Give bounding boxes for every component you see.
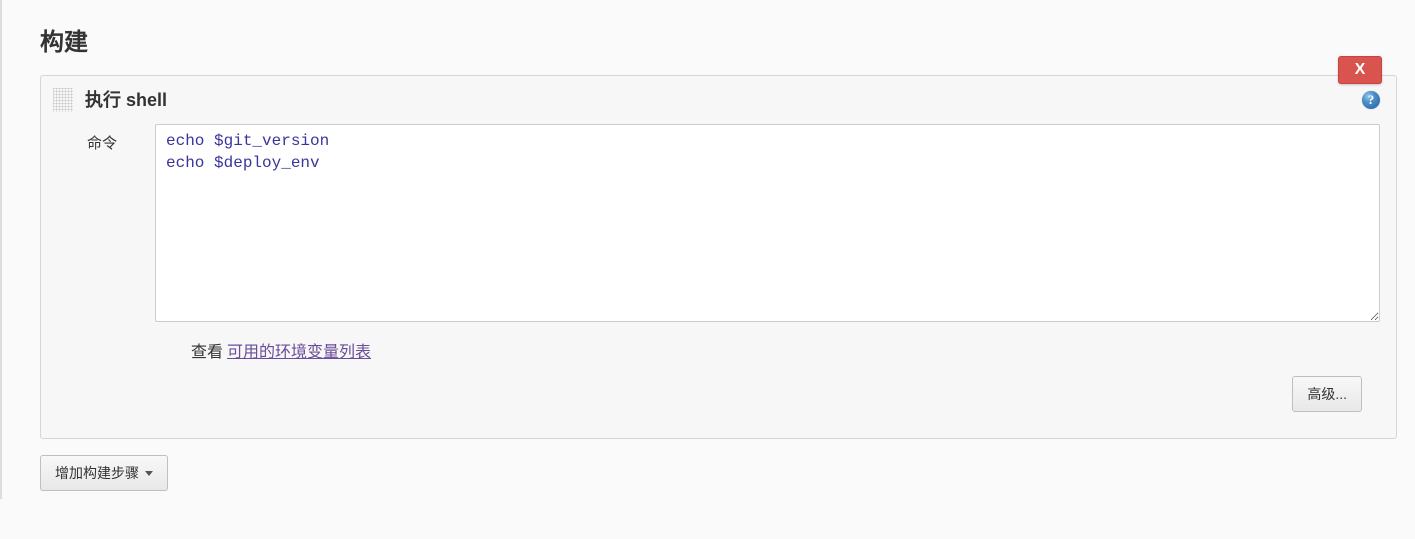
build-step-execute-shell: X 执行 shell ? 命令 echo $git_version echo $… [40, 75, 1397, 439]
step-body: 命令 echo $git_version echo $deploy_env [41, 122, 1396, 338]
chevron-down-icon [145, 471, 153, 476]
add-step-row: 增加构建步骤 [40, 455, 1397, 499]
command-field-label: 命令 [87, 124, 141, 153]
step-title: 执行 shell [85, 86, 1362, 112]
section-title-build: 构建 [2, 0, 1415, 75]
add-build-step-button[interactable]: 增加构建步骤 [40, 455, 168, 491]
command-textarea[interactable]: echo $git_version echo $deploy_env [155, 124, 1380, 322]
advanced-row: 高级... [41, 376, 1396, 438]
env-hint-prefix: 查看 [191, 338, 223, 362]
help-glyph: ? [1368, 92, 1375, 108]
help-icon[interactable]: ? [1362, 91, 1380, 109]
add-build-step-label: 增加构建步骤 [55, 463, 139, 483]
step-header: 执行 shell ? [41, 76, 1396, 122]
env-hint-row: 查看 可用的环境变量列表 [41, 338, 1396, 376]
drag-handle-icon[interactable] [53, 88, 73, 112]
page-root: 构建 X 执行 shell ? 命令 echo $git_version ech… [0, 0, 1415, 499]
advanced-button[interactable]: 高级... [1292, 376, 1362, 412]
advanced-button-label: 高级... [1307, 384, 1347, 404]
env-variables-link[interactable]: 可用的环境变量列表 [227, 338, 371, 362]
